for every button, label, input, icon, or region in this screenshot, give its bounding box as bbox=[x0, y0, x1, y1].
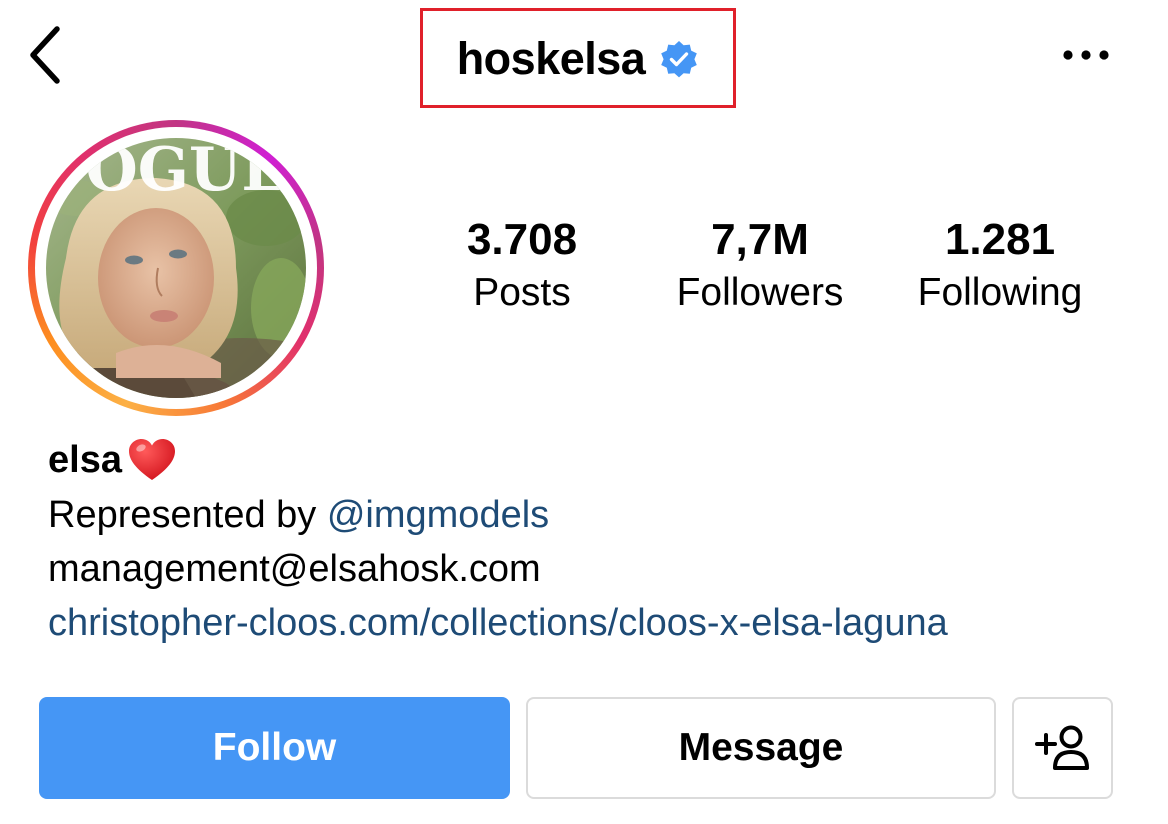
follow-button[interactable]: Follow bbox=[39, 697, 510, 799]
username-header: hoskelsa bbox=[420, 8, 736, 108]
following-label: Following bbox=[917, 271, 1083, 314]
bio-representation-text: Represented by bbox=[48, 494, 327, 536]
svg-text:VOGUE: VOGUE bbox=[46, 138, 287, 205]
display-name: elsa bbox=[48, 432, 1148, 488]
posts-label: Posts bbox=[473, 271, 571, 314]
suggested-users-button[interactable] bbox=[1012, 697, 1113, 799]
mention-link[interactable]: @imgmodels bbox=[327, 494, 549, 536]
back-button[interactable] bbox=[22, 24, 68, 86]
posts-count: 3.708 bbox=[466, 215, 578, 264]
profile-bio: elsa Represented by @imgmodels managemen… bbox=[48, 432, 1148, 650]
story-ring[interactable]: VOGUE bbox=[28, 120, 324, 416]
username-title: hoskelsa bbox=[456, 32, 646, 84]
followers-label: Followers bbox=[676, 271, 844, 314]
add-person-icon bbox=[1034, 725, 1089, 770]
following-count: 1.281 bbox=[944, 215, 1056, 264]
followers-count: 7,7M bbox=[711, 215, 809, 264]
message-button[interactable]: Message bbox=[526, 697, 996, 799]
more-horizontal-icon bbox=[1063, 50, 1109, 60]
red-heart-icon bbox=[126, 436, 178, 484]
posts-stat[interactable]: 3.708 Posts bbox=[412, 212, 632, 318]
profile-avatar: VOGUE bbox=[46, 138, 306, 398]
bio-website-link[interactable]: christopher-cloos.com/collections/cloos-… bbox=[48, 596, 1148, 650]
bio-email: management@elsahosk.com bbox=[48, 548, 541, 590]
more-options-button[interactable] bbox=[1056, 40, 1116, 70]
verified-badge-icon bbox=[659, 40, 699, 80]
followers-stat[interactable]: 7,7M Followers bbox=[650, 212, 870, 318]
display-name-text: elsa bbox=[48, 439, 122, 481]
bio-representation: Represented by @imgmodels bbox=[48, 488, 1148, 542]
following-stat[interactable]: 1.281 Following bbox=[890, 212, 1110, 318]
chevron-left-icon bbox=[30, 26, 60, 84]
